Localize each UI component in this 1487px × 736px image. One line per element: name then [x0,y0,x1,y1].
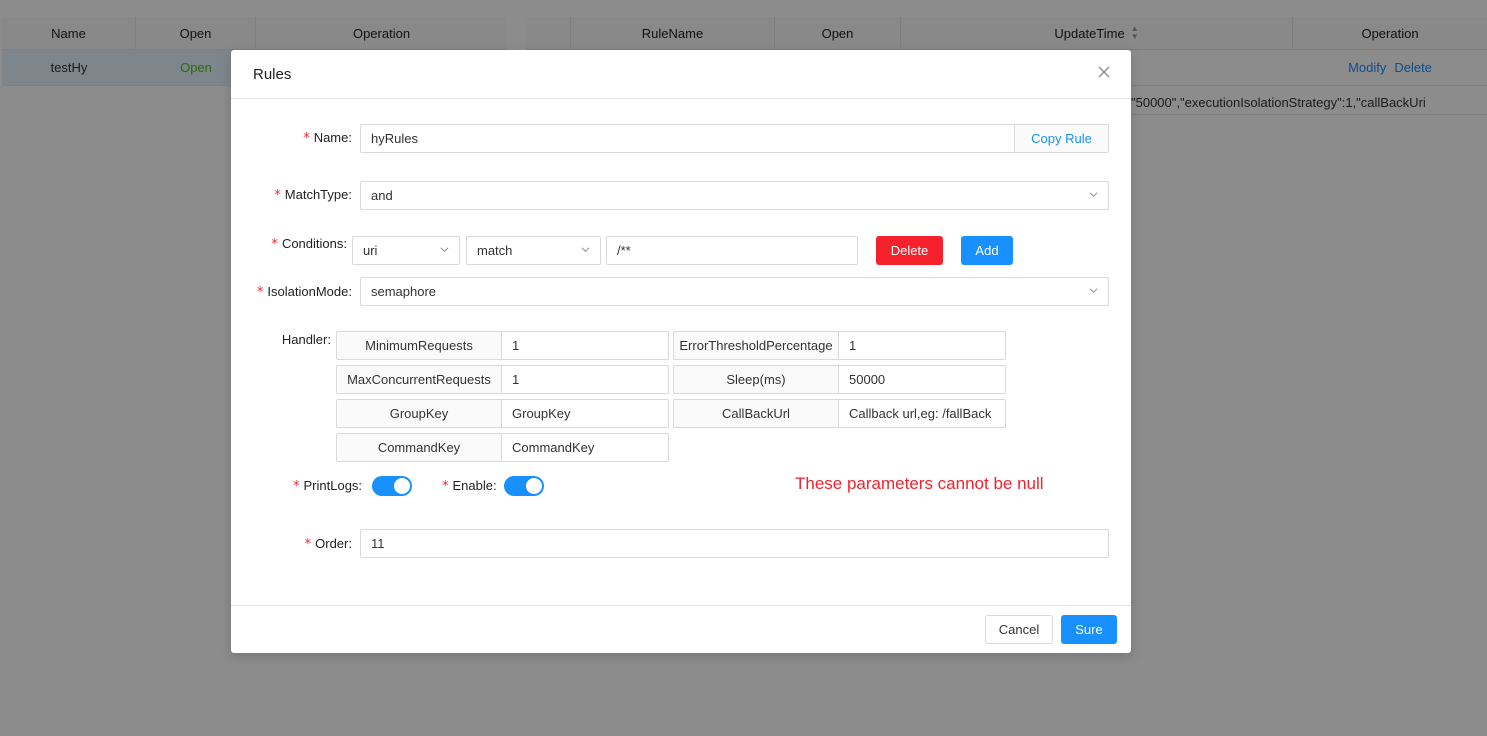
callback-url-label: CallBackUrl [673,399,839,428]
order-label: * Order: [304,536,352,552]
group-key-input[interactable]: GroupKey [502,399,669,428]
command-key-input[interactable]: CommandKey [502,433,669,462]
rules-modal: Rules * Name: hyRules Copy Rule * MatchTyp… [231,50,1131,653]
chevron-down-icon [1089,192,1098,198]
name-input[interactable]: hyRules [360,124,1015,153]
sleep-input[interactable]: 50000 [839,365,1006,394]
sure-button[interactable]: Sure [1061,615,1117,644]
minimum-requests-label: MinimumRequests [336,331,502,360]
modal-header: Rules [231,50,1131,99]
cancel-button[interactable]: Cancel [985,615,1053,644]
handler-label: Handler: [281,332,331,347]
condition-value-input[interactable]: /** [606,236,858,265]
name-label: * Name: [303,130,352,146]
max-concurrent-label: MaxConcurrentRequests [336,365,502,394]
condition-param-type-select[interactable]: uri [352,236,460,265]
printlogs-label: * PrintLogs: [293,478,363,494]
command-key-label: CommandKey [336,433,502,462]
error-threshold-label: ErrorThresholdPercentage [673,331,839,360]
close-icon[interactable] [1095,64,1113,82]
condition-operator-select[interactable]: match [466,236,601,265]
printlogs-switch[interactable] [372,476,412,496]
enable-switch[interactable] [504,476,544,496]
enable-label: * Enable: [442,478,497,494]
error-threshold-input[interactable]: 1 [839,331,1006,360]
validation-warning: These parameters cannot be null [795,474,1044,493]
matchtype-select[interactable]: and [360,181,1109,210]
group-key-label: GroupKey [336,399,502,428]
order-input[interactable]: 11 [360,529,1109,558]
max-concurrent-input[interactable]: 1 [502,365,669,394]
add-condition-button[interactable]: Add [961,236,1013,265]
delete-condition-button[interactable]: Delete [876,236,943,265]
isolationmode-label: * IsolationMode: [256,284,352,300]
conditions-label: * Conditions: [271,236,347,252]
modal-title: Rules [253,65,292,83]
chevron-down-icon [440,247,449,253]
chevron-down-icon [581,247,590,253]
matchtype-value: and [371,188,393,203]
callback-url-input[interactable]: Callback url,eg: /fallBack [839,399,1006,428]
matchtype-label: * MatchType: [274,187,352,203]
chevron-down-icon [1089,288,1098,294]
isolationmode-select[interactable]: semaphore [360,277,1109,306]
minimum-requests-input[interactable]: 1 [502,331,669,360]
sleep-label: Sleep(ms) [673,365,839,394]
copy-rule-button[interactable]: Copy Rule [1014,124,1109,153]
